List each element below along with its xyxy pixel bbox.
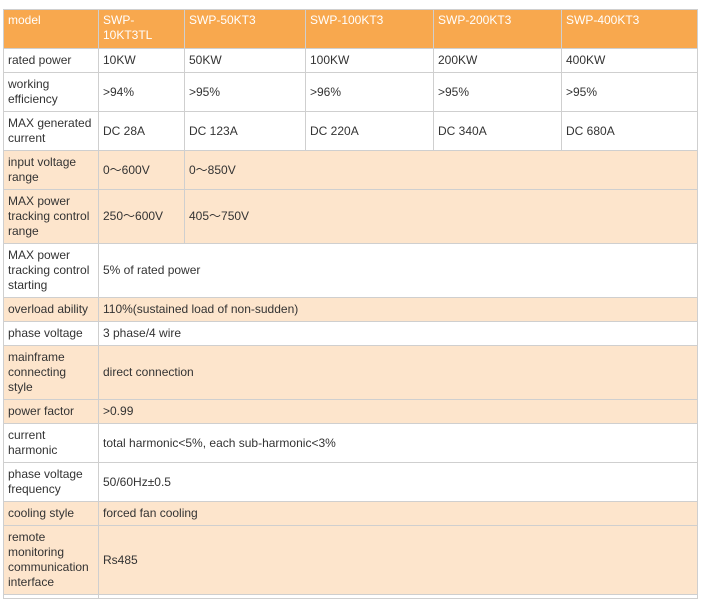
cell: 10KW [98, 48, 185, 73]
label-connecting-style: mainframe connecting style [3, 345, 99, 400]
row-working-efficiency: working efficiency >94% >95% >96% >95% >… [3, 72, 698, 112]
cell: 100KW [305, 48, 434, 73]
label-mppt-starting: MAX power tracking control starting [3, 243, 99, 298]
cell: >95% [433, 72, 562, 112]
cell: DC 220A [305, 111, 434, 151]
row-remote-interface: remote monitoring communication interfac… [3, 525, 698, 595]
cell: DC 28A [98, 111, 185, 151]
header-swp-50kt3: SWP-50KT3 [184, 9, 306, 49]
cell: 405～750V [184, 189, 698, 244]
label-phase-voltage: phase voltage [3, 321, 99, 346]
header-swp-400kt3: SWP-400KT3 [561, 9, 698, 49]
row-phase-frequency: phase voltage frequency 50/60Hz±0.5 [3, 462, 698, 502]
label-rated-power: rated power [3, 48, 99, 73]
row-cooling: cooling style forced fan cooling [3, 501, 698, 526]
cell: >95% [184, 72, 306, 112]
label-remote-interface: remote monitoring communication interfac… [3, 525, 99, 595]
cell: 110%(sustained load of non-sudden) [98, 297, 698, 322]
spec-table: model SWP-10KT3TL SWP-50KT3 SWP-100KT3 S… [3, 9, 698, 599]
row-cutoff [3, 594, 698, 599]
cell: 250～600V [98, 189, 185, 244]
cell: Rs485 [98, 525, 698, 595]
label-max-current: MAX generated current [3, 111, 99, 151]
header-model: model [3, 9, 99, 49]
row-rated-power: rated power 10KW 50KW 100KW 200KW 400KW [3, 48, 698, 73]
cell: 5% of rated power [98, 243, 698, 298]
row-power-factor: power factor >0.99 [3, 399, 698, 424]
cell: 3 phase/4 wire [98, 321, 698, 346]
cell: DC 680A [561, 111, 698, 151]
header-swp-100kt3: SWP-100KT3 [305, 9, 434, 49]
cell: 0～600V [98, 150, 185, 190]
label-working-efficiency: working efficiency [3, 72, 99, 112]
label-phase-frequency: phase voltage frequency [3, 462, 99, 502]
row-connecting-style: mainframe connecting style direct connec… [3, 345, 698, 400]
label-cooling: cooling style [3, 501, 99, 526]
cell: total harmonic<5%, each sub-harmonic<3% [98, 423, 698, 463]
label-current-harmonic: current harmonic [3, 423, 99, 463]
row-input-voltage: input voltage range 0～600V 0～850V [3, 150, 698, 190]
cell: >0.99 [98, 399, 698, 424]
cell: >94% [98, 72, 185, 112]
row-max-current: MAX generated current DC 28A DC 123A DC … [3, 111, 698, 151]
cell: >96% [305, 72, 434, 112]
row-mppt-range: MAX power tracking control range 250～600… [3, 189, 698, 244]
cell: 400KW [561, 48, 698, 73]
label-overload: overload ability [3, 297, 99, 322]
cell: forced fan cooling [98, 501, 698, 526]
cell: direct connection [98, 345, 698, 400]
cell: 200KW [433, 48, 562, 73]
cell [3, 594, 99, 599]
label-mppt-range: MAX power tracking control range [3, 189, 99, 244]
cell: DC 340A [433, 111, 562, 151]
cell: 0～850V [184, 150, 698, 190]
header-swp-10kt3tl: SWP-10KT3TL [98, 9, 185, 49]
cell: DC 123A [184, 111, 306, 151]
cell: 50/60Hz±0.5 [98, 462, 698, 502]
row-phase-voltage: phase voltage 3 phase/4 wire [3, 321, 698, 346]
header-swp-200kt3: SWP-200KT3 [433, 9, 562, 49]
cell: >95% [561, 72, 698, 112]
cell [98, 594, 698, 599]
label-input-voltage: input voltage range [3, 150, 99, 190]
row-mppt-starting: MAX power tracking control starting 5% o… [3, 243, 698, 298]
header-row: model SWP-10KT3TL SWP-50KT3 SWP-100KT3 S… [3, 9, 698, 49]
row-current-harmonic: current harmonic total harmonic<5%, each… [3, 423, 698, 463]
label-power-factor: power factor [3, 399, 99, 424]
row-overload: overload ability 110%(sustained load of … [3, 297, 698, 322]
cell: 50KW [184, 48, 306, 73]
